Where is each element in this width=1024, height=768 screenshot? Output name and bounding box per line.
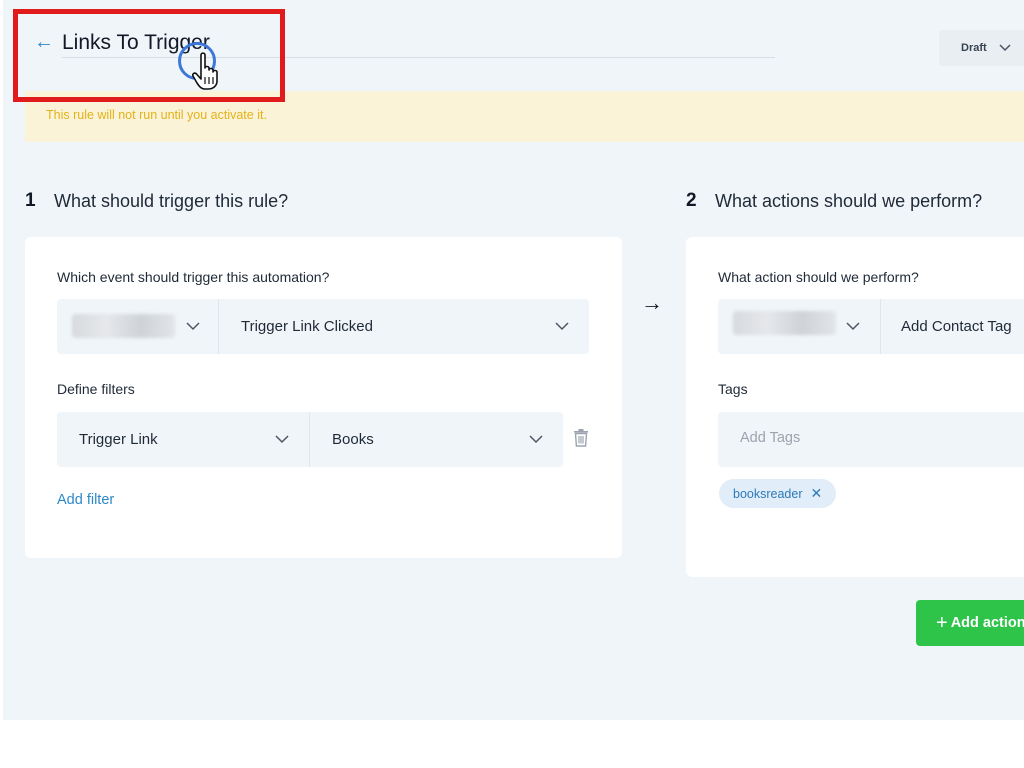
filters-label: Define filters bbox=[57, 381, 135, 397]
chevron-down-icon bbox=[999, 44, 1011, 52]
event-selector: Trigger Link Clicked bbox=[57, 299, 589, 354]
tags-label: Tags bbox=[718, 381, 748, 397]
action-card bbox=[686, 237, 1024, 577]
trigger-section-title: What should trigger this rule? bbox=[54, 191, 289, 211]
action-label: What action should we perform? bbox=[718, 269, 919, 285]
event-app-dropdown[interactable] bbox=[57, 299, 218, 354]
event-label: Which event should trigger this automati… bbox=[57, 269, 330, 285]
action-section-title: What actions should we perform? bbox=[715, 191, 983, 211]
action-type-value: Add Contact Tag bbox=[901, 318, 1012, 335]
add-filter-link[interactable]: Add filter bbox=[57, 492, 114, 508]
tag-chip: booksreader ✕ bbox=[719, 479, 837, 508]
filter-value: Books bbox=[332, 431, 374, 448]
hand-pointer-icon bbox=[191, 52, 218, 90]
tags-input[interactable]: Add Tags bbox=[718, 412, 1024, 467]
add-action-label: Add action bbox=[950, 615, 1024, 631]
status-dropdown[interactable]: Draft bbox=[939, 30, 1024, 66]
plus-icon: + bbox=[936, 611, 948, 634]
left-edge bbox=[0, 0, 3, 720]
bottom-strip bbox=[0, 720, 1024, 768]
highlight-box bbox=[13, 9, 285, 102]
arrow-right-icon: → bbox=[641, 290, 663, 315]
filter-field-value: Trigger Link bbox=[79, 431, 158, 448]
status-label: Draft bbox=[961, 42, 987, 54]
event-type-dropdown[interactable]: Trigger Link Clicked bbox=[219, 299, 589, 354]
chevron-down-icon bbox=[186, 322, 200, 331]
trigger-card bbox=[25, 237, 622, 558]
step-number-2: 2 bbox=[686, 190, 697, 211]
add-action-button[interactable]: + Add action bbox=[916, 600, 1024, 646]
chevron-down-icon bbox=[846, 322, 860, 331]
warning-text: This rule will not run until you activat… bbox=[46, 108, 267, 122]
filter-value-dropdown[interactable]: Books bbox=[310, 412, 563, 467]
tags-placeholder: Add Tags bbox=[740, 430, 801, 446]
filter-field-dropdown[interactable]: Trigger Link bbox=[57, 412, 309, 467]
blurred-app-name bbox=[733, 311, 836, 335]
action-app-dropdown[interactable] bbox=[718, 299, 880, 354]
event-type-value: Trigger Link Clicked bbox=[241, 318, 373, 335]
filter-row: Trigger Link Books bbox=[57, 412, 563, 467]
tag-chip-label: booksreader bbox=[733, 486, 803, 501]
blurred-app-name bbox=[72, 314, 175, 338]
chevron-down-icon bbox=[275, 435, 289, 444]
close-icon[interactable]: ✕ bbox=[811, 485, 823, 502]
trash-icon[interactable] bbox=[573, 429, 589, 447]
chevron-down-icon bbox=[529, 435, 543, 444]
step-number-1: 1 bbox=[25, 190, 36, 211]
action-type-dropdown[interactable]: Add Contact Tag bbox=[881, 299, 1024, 354]
action-selector: Add Contact Tag bbox=[718, 299, 1024, 354]
chevron-down-icon bbox=[555, 322, 569, 331]
